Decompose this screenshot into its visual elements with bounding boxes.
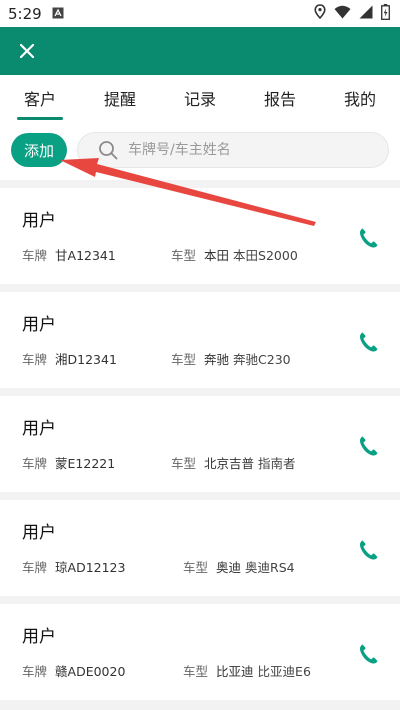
app-bar [0, 27, 400, 75]
tab-records[interactable]: 记录 [160, 75, 240, 120]
close-icon [19, 43, 35, 59]
customer-name: 用户 [22, 315, 56, 335]
phone-icon[interactable] [356, 330, 380, 354]
wifi-icon [334, 5, 351, 23]
tab-bar: 客户 提醒 记录 报告 我的 [0, 75, 400, 120]
phone-icon[interactable] [356, 434, 380, 458]
customer-name: 用户 [22, 211, 56, 231]
phone-icon[interactable] [356, 226, 380, 250]
phone-icon[interactable] [356, 642, 380, 666]
plate-label: 车牌 [22, 560, 48, 575]
plate-value: 蒙E12221 [55, 456, 116, 471]
status-bar: 5:29 [0, 0, 400, 27]
customer-list: 用户 车牌 甘A12341 车型 本田 本田S2000 用户 车牌 湘D1234… [0, 188, 400, 700]
customer-card[interactable]: 用户 车牌 蒙E12221 车型 北京吉普 指南者 [0, 396, 400, 492]
customer-card[interactable]: 用户 车牌 湘D12341 车型 奔驰 奔驰C230 [0, 292, 400, 388]
car-brand: 北京吉普 [204, 456, 255, 471]
customer-name: 用户 [22, 627, 56, 647]
type-label: 车型 [171, 248, 197, 263]
tab-reminders[interactable]: 提醒 [80, 75, 160, 120]
car-model: 本田S2000 [233, 248, 298, 263]
customer-card[interactable]: 用户 车牌 琼AD12123 车型 奥迪 奥迪RS4 [0, 500, 400, 596]
search-box[interactable] [77, 132, 389, 168]
car-model: 奥迪RS4 [245, 560, 295, 575]
status-time: 5:29 [8, 4, 42, 23]
battery-icon [381, 3, 390, 24]
car-brand: 奥迪 [216, 560, 242, 575]
plate-value: 赣ADE0020 [55, 664, 126, 679]
tab-reports[interactable]: 报告 [240, 75, 320, 120]
customer-name: 用户 [22, 419, 56, 439]
toolbar: 添加 [0, 120, 400, 180]
plate-value: 湘D12341 [55, 352, 117, 367]
car-model: 指南者 [258, 456, 296, 471]
tab-customers[interactable]: 客户 [0, 75, 80, 120]
type-label: 车型 [183, 664, 209, 679]
customer-name: 用户 [22, 523, 56, 543]
search-icon [99, 141, 118, 160]
plate-label: 车牌 [22, 352, 48, 367]
car-brand: 奔驰 [204, 352, 230, 367]
plate-label: 车牌 [22, 456, 48, 471]
car-brand: 比亚迪 [216, 664, 254, 679]
signal-icon [359, 5, 373, 23]
car-brand: 本田 [204, 248, 230, 263]
type-label: 车型 [183, 560, 209, 575]
customer-card[interactable]: 用户 车牌 赣ADE0020 车型 比亚迪 比亚迪E6 [0, 604, 400, 700]
customer-card[interactable]: 用户 车牌 甘A12341 车型 本田 本田S2000 [0, 188, 400, 284]
close-button[interactable] [14, 38, 40, 64]
tab-mine[interactable]: 我的 [320, 75, 400, 120]
type-label: 车型 [171, 352, 197, 367]
add-customer-button[interactable]: 添加 [11, 133, 67, 167]
location-icon [314, 4, 326, 23]
search-input[interactable] [128, 142, 348, 158]
car-model: 比亚迪E6 [257, 664, 311, 679]
notification-icon [52, 5, 64, 23]
plate-label: 车牌 [22, 664, 48, 679]
plate-value: 甘A12341 [55, 248, 116, 263]
car-model: 奔驰C230 [233, 352, 291, 367]
plate-label: 车牌 [22, 248, 48, 263]
phone-icon[interactable] [356, 538, 380, 562]
plate-value: 琼AD12123 [55, 560, 126, 575]
type-label: 车型 [171, 456, 197, 471]
